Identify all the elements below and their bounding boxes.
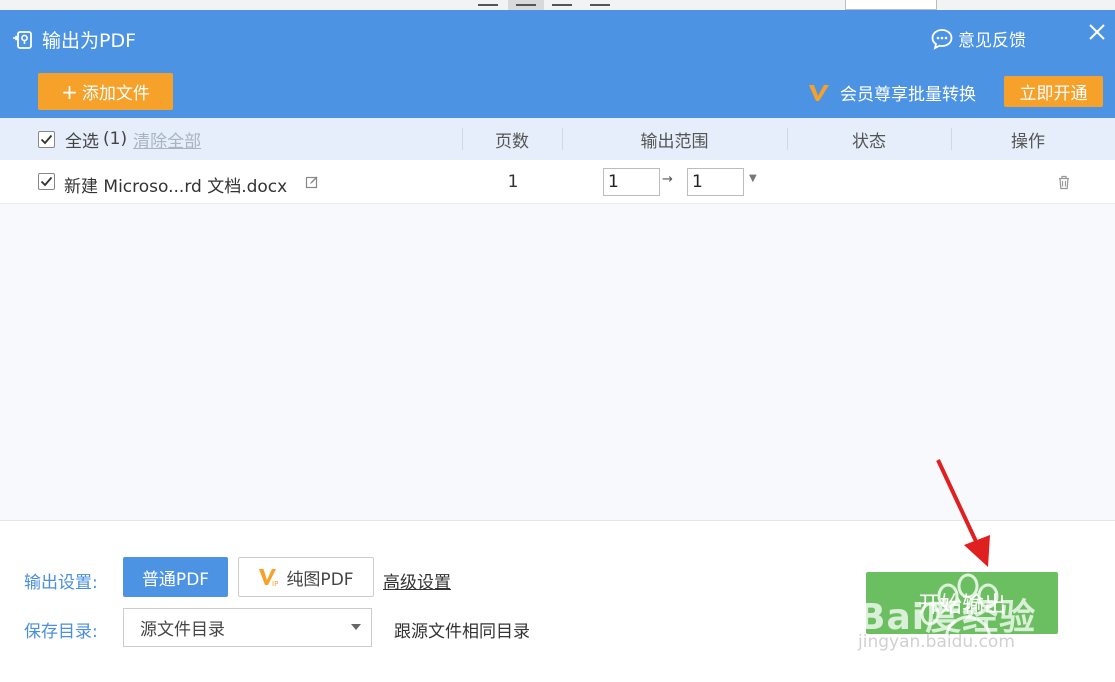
- table-header: 全选 (1) 清除全部 页数 输出范围 状态 操作: [0, 118, 1115, 160]
- chat-bubble-icon: [931, 28, 953, 50]
- save-dir-value: 源文件目录: [140, 620, 225, 640]
- rename-edit-icon[interactable]: [305, 175, 319, 189]
- style-normal-button[interactable]: [845, 0, 937, 10]
- justify-icon: [590, 0, 610, 6]
- clear-all-link[interactable]: 清除全部: [133, 127, 201, 152]
- column-header-pages: 页数: [495, 131, 529, 152]
- trash-icon[interactable]: [1057, 175, 1071, 190]
- advanced-settings-link[interactable]: 高级设置: [383, 568, 451, 593]
- chevron-down-icon: [351, 624, 361, 630]
- dialog-title-wrap: 输出为PDF: [12, 26, 136, 53]
- open-vip-button[interactable]: 立即开通: [1004, 76, 1103, 107]
- range-dropdown-icon[interactable]: ▼: [749, 173, 757, 184]
- feedback-link[interactable]: 意见反馈: [930, 26, 1026, 51]
- normal-pdf-button[interactable]: 普通PDF: [123, 557, 228, 597]
- image-pdf-button[interactable]: IP 纯图PDF: [238, 557, 374, 597]
- normal-pdf-label: 普通PDF: [141, 569, 210, 590]
- add-file-button[interactable]: + 添加文件: [38, 73, 173, 110]
- watermark-url: jingyan.baidu.com: [858, 632, 1015, 652]
- column-header-range: 输出范围: [640, 131, 709, 152]
- select-count: (1): [103, 129, 128, 149]
- check-icon: [40, 176, 53, 187]
- background-toolbar-strip: [0, 0, 1115, 10]
- dialog-header: 输出为PDF 意见反馈 + 添加文件 会员尊享批量转换 立即开通: [0, 10, 1115, 118]
- vip-badge-icon: IP: [259, 569, 279, 587]
- open-vip-label: 立即开通: [1019, 84, 1088, 104]
- annotation-arrow-icon: [936, 459, 990, 567]
- save-dir-label: 保存目录:: [24, 622, 98, 642]
- table-row: 新建 Microso...rd 文档.docx 1 1 → 1 ▼: [0, 160, 1115, 204]
- select-all-label: 全选: [65, 131, 99, 152]
- save-dir-select[interactable]: 源文件目录: [123, 608, 372, 647]
- dialog-title: 输出为PDF: [42, 30, 137, 52]
- range-to-input[interactable]: 1: [687, 168, 744, 196]
- vip-v-icon: [809, 84, 829, 101]
- column-header-actions: 操作: [1011, 131, 1045, 152]
- row-checkbox[interactable]: [38, 173, 55, 190]
- select-all-checkbox[interactable]: [38, 130, 55, 148]
- column-header-status: 状态: [852, 131, 886, 152]
- app-root: 输出为PDF 意见反馈 + 添加文件 会员尊享批量转换 立即开通 全选 (1) …: [0, 0, 1115, 682]
- close-icon[interactable]: [1085, 20, 1109, 44]
- add-file-label: 添加文件: [81, 84, 150, 104]
- pdf-export-icon: [13, 30, 32, 49]
- vip-promo: 会员尊享批量转换: [808, 80, 976, 105]
- select-all[interactable]: 全选 (1) 清除全部: [38, 118, 201, 160]
- align-center-icon: [516, 0, 536, 6]
- output-settings-label: 输出设置:: [24, 573, 98, 593]
- page-count: 1: [507, 172, 519, 192]
- save-dir-description: 跟源文件相同目录: [394, 622, 530, 642]
- range-arrow-icon: →: [662, 172, 673, 187]
- file-name: 新建 Microso...rd 文档.docx: [64, 177, 288, 197]
- align-left-icon: [478, 0, 498, 6]
- plus-icon: +: [61, 79, 78, 104]
- svg-text:IP: IP: [272, 580, 278, 587]
- check-icon: [40, 134, 53, 144]
- vip-promo-text: 会员尊享批量转换: [840, 85, 976, 105]
- range-from-input[interactable]: 1: [603, 168, 660, 196]
- align-right-icon: [552, 0, 572, 6]
- feedback-label: 意见反馈: [958, 31, 1026, 51]
- image-pdf-label: 纯图PDF: [286, 569, 354, 590]
